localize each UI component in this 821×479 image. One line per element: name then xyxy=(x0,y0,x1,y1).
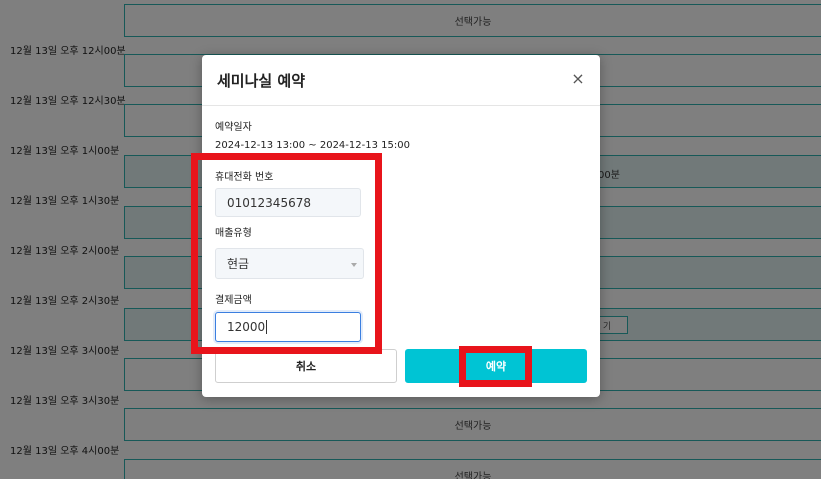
date-label: 예약일자 xyxy=(215,122,252,133)
modal-divider xyxy=(202,105,600,106)
date-value: 2024-12-13 13:00 ~ 2024-12-13 15:00 xyxy=(215,140,410,151)
close-icon[interactable]: × xyxy=(568,69,588,89)
highlight-box-fields xyxy=(191,153,382,354)
cancel-button[interactable]: 취소 xyxy=(215,349,397,383)
modal-title: 세미나실 예약 xyxy=(217,72,306,90)
highlight-box-reserve xyxy=(459,346,532,387)
